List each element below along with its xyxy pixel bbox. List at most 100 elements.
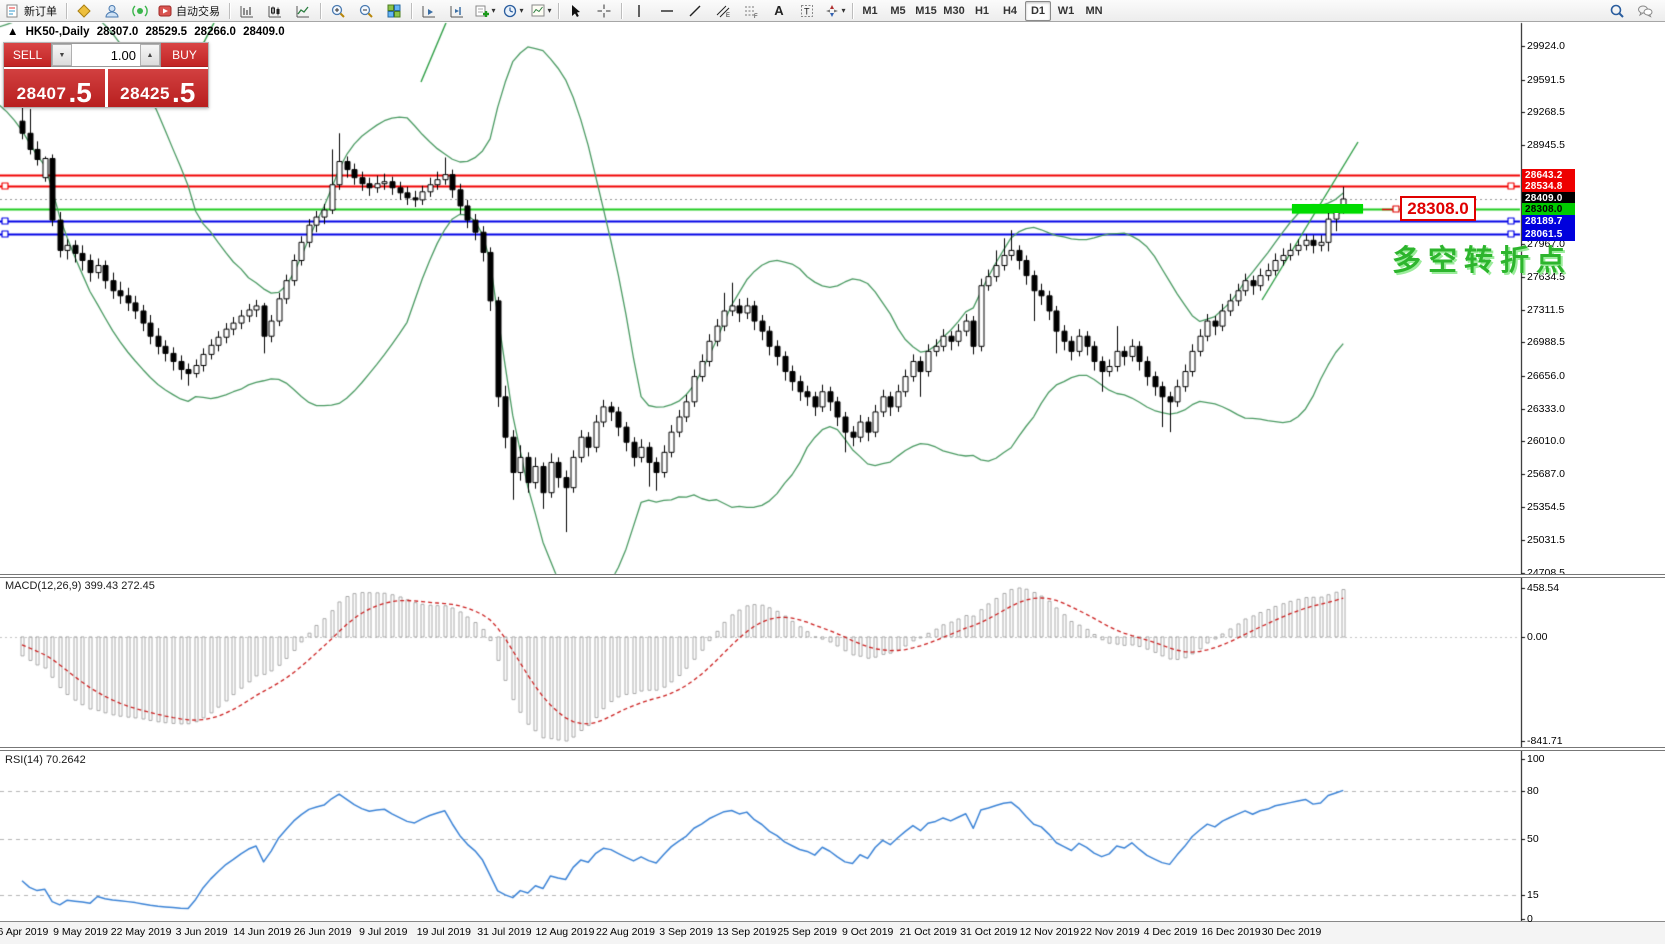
timeframe-button-H4[interactable]: H4 [997, 1, 1023, 21]
timeframe-button-M1[interactable]: M1 [857, 1, 883, 21]
turning-point-annotation[interactable]: 多空转折点 [1392, 237, 1572, 279]
separator [66, 3, 67, 19]
buy-price-main: 28425 [120, 84, 170, 104]
time-axis-label: 26 Apr 2019 [0, 926, 48, 938]
instrument-button[interactable] [70, 0, 98, 22]
cursor-icon [568, 3, 584, 19]
separator [621, 3, 622, 19]
price-level-annotation-box[interactable]: 28308.0 [1400, 196, 1476, 221]
vertical-line-tool-button[interactable] [625, 0, 653, 22]
price-chart-canvas[interactable] [0, 0, 1665, 943]
svg-text:E: E [726, 13, 730, 19]
time-axis-label: 22 Aug 2019 [596, 926, 655, 938]
time-axis-label: 31 Jul 2019 [477, 926, 531, 938]
price-axis-tick: 29591.5 [1527, 74, 1565, 86]
fibonacci-tool-button[interactable]: F [737, 0, 765, 22]
open-value: 28307.0 [97, 26, 139, 38]
timeframe-button-W1[interactable]: W1 [1053, 1, 1079, 21]
time-axis-label: 22 May 2019 [111, 926, 172, 938]
chat-button[interactable] [1631, 0, 1659, 22]
text-label-tool-button[interactable]: T [793, 0, 821, 22]
timeframe-button-D1[interactable]: D1 [1025, 1, 1051, 21]
buy-button[interactable]: BUY [161, 43, 208, 67]
dropdown-caret-icon: ▾ [547, 6, 551, 15]
indicators-add-icon [474, 3, 490, 19]
indicators-add-button[interactable]: ▾ [471, 0, 499, 22]
cursor-tool-button[interactable] [562, 0, 590, 22]
toolbar: 新订单 自动交易 ▾ ▾ [0, 0, 1665, 22]
new-order-icon [5, 3, 21, 19]
time-axis-label: 19 Jul 2019 [417, 926, 471, 938]
close-value: 28409.0 [243, 26, 285, 38]
time-axis-label: 9 Jul 2019 [359, 926, 407, 938]
time-axis-label: 22 Nov 2019 [1080, 926, 1140, 938]
zoom-in-button[interactable] [324, 0, 352, 22]
equidistant-channel-tool-button[interactable]: E [709, 0, 737, 22]
rsi-axis-tick: 50 [1527, 833, 1539, 845]
macd-axis-tick: 458.54 [1527, 582, 1559, 594]
price-axis-tick: 27311.5 [1527, 304, 1564, 316]
rsi-axis-tick: 15 [1527, 889, 1539, 901]
pane-separator[interactable] [0, 574, 1665, 578]
horizontal-line-icon [659, 3, 675, 19]
candlestick-chart-button[interactable] [261, 0, 289, 22]
time-axis-label: 9 May 2019 [53, 926, 108, 938]
timeframe-button-H1[interactable]: H1 [969, 1, 995, 21]
time-axis-label: 31 Oct 2019 [960, 926, 1017, 938]
trendline-icon [687, 3, 703, 19]
collapse-arrow-icon[interactable]: ▲ [7, 26, 18, 38]
horizontal-line-tool-button[interactable] [653, 0, 681, 22]
pane-separator[interactable] [0, 747, 1665, 751]
price-axis-tick: 25031.5 [1527, 534, 1565, 546]
sell-price-button[interactable]: 28407 .5 [4, 69, 105, 107]
time-axis-label: 21 Oct 2019 [900, 926, 957, 938]
price-axis-tick: 25687.0 [1527, 468, 1565, 480]
templates-button[interactable]: ▾ [527, 0, 555, 22]
time-axis-label: 13 Sep 2019 [717, 926, 777, 938]
support-highlight-rectangle[interactable] [1292, 204, 1363, 213]
price-axis-tick: 26010.0 [1527, 435, 1565, 447]
timeframe-button-M5[interactable]: M5 [885, 1, 911, 21]
svg-text:F: F [754, 14, 758, 19]
periods-button[interactable]: ▾ [499, 0, 527, 22]
auto-trading-button[interactable]: 自动交易 [154, 0, 226, 22]
trendline-tool-button[interactable] [681, 0, 709, 22]
crosshair-tool-button[interactable] [590, 0, 618, 22]
dropdown-caret-icon: ▾ [841, 6, 845, 15]
timeframe-button-MN[interactable]: MN [1081, 1, 1107, 21]
chart-autoscroll-button[interactable] [443, 0, 471, 22]
tile-windows-icon [386, 3, 402, 19]
timeframe-button-M15[interactable]: M15 [913, 1, 939, 21]
macd-axis-tick: 0.00 [1527, 631, 1547, 643]
macd-signal-value: 272.45 [121, 580, 155, 592]
vertical-line-icon [631, 3, 647, 19]
broadcast-button[interactable] [126, 0, 154, 22]
price-tag-28189.7: 28189.7 [1522, 215, 1575, 228]
text-tool-button[interactable]: A [765, 0, 793, 22]
templates-icon [530, 3, 546, 19]
time-axis-label: 9 Oct 2019 [842, 926, 893, 938]
time-axis-label: 3 Sep 2019 [659, 926, 713, 938]
new-order-label: 新订单 [21, 3, 60, 19]
volume-decrease-button[interactable]: ▼ [52, 44, 72, 66]
zoom-out-button[interactable] [352, 0, 380, 22]
chart-shift-button[interactable] [415, 0, 443, 22]
time-axis-label: 4 Dec 2019 [1144, 926, 1198, 938]
symbol-period-label: HK50-,Daily [26, 26, 90, 38]
search-button[interactable] [1603, 0, 1631, 22]
volume-increase-button[interactable]: ▲ [140, 44, 160, 66]
rsi-axis-tick: 100 [1527, 753, 1545, 765]
buy-price-button[interactable]: 28425 .5 [108, 69, 209, 107]
new-order-button[interactable]: 新订单 [2, 0, 63, 22]
timeframe-button-M30[interactable]: M30 [941, 1, 967, 21]
tile-windows-button[interactable] [380, 0, 408, 22]
line-chart-button[interactable] [289, 0, 317, 22]
price-axis-tick: 26656.0 [1527, 370, 1565, 382]
profile-button[interactable] [98, 0, 126, 22]
sell-button[interactable]: SELL [4, 43, 51, 67]
arrows-tool-button[interactable]: ▾ [821, 0, 849, 22]
separator [558, 3, 559, 19]
rsi-axis-tick: 0 [1527, 913, 1533, 925]
volume-input[interactable] [72, 44, 140, 66]
bar-chart-button[interactable] [233, 0, 261, 22]
